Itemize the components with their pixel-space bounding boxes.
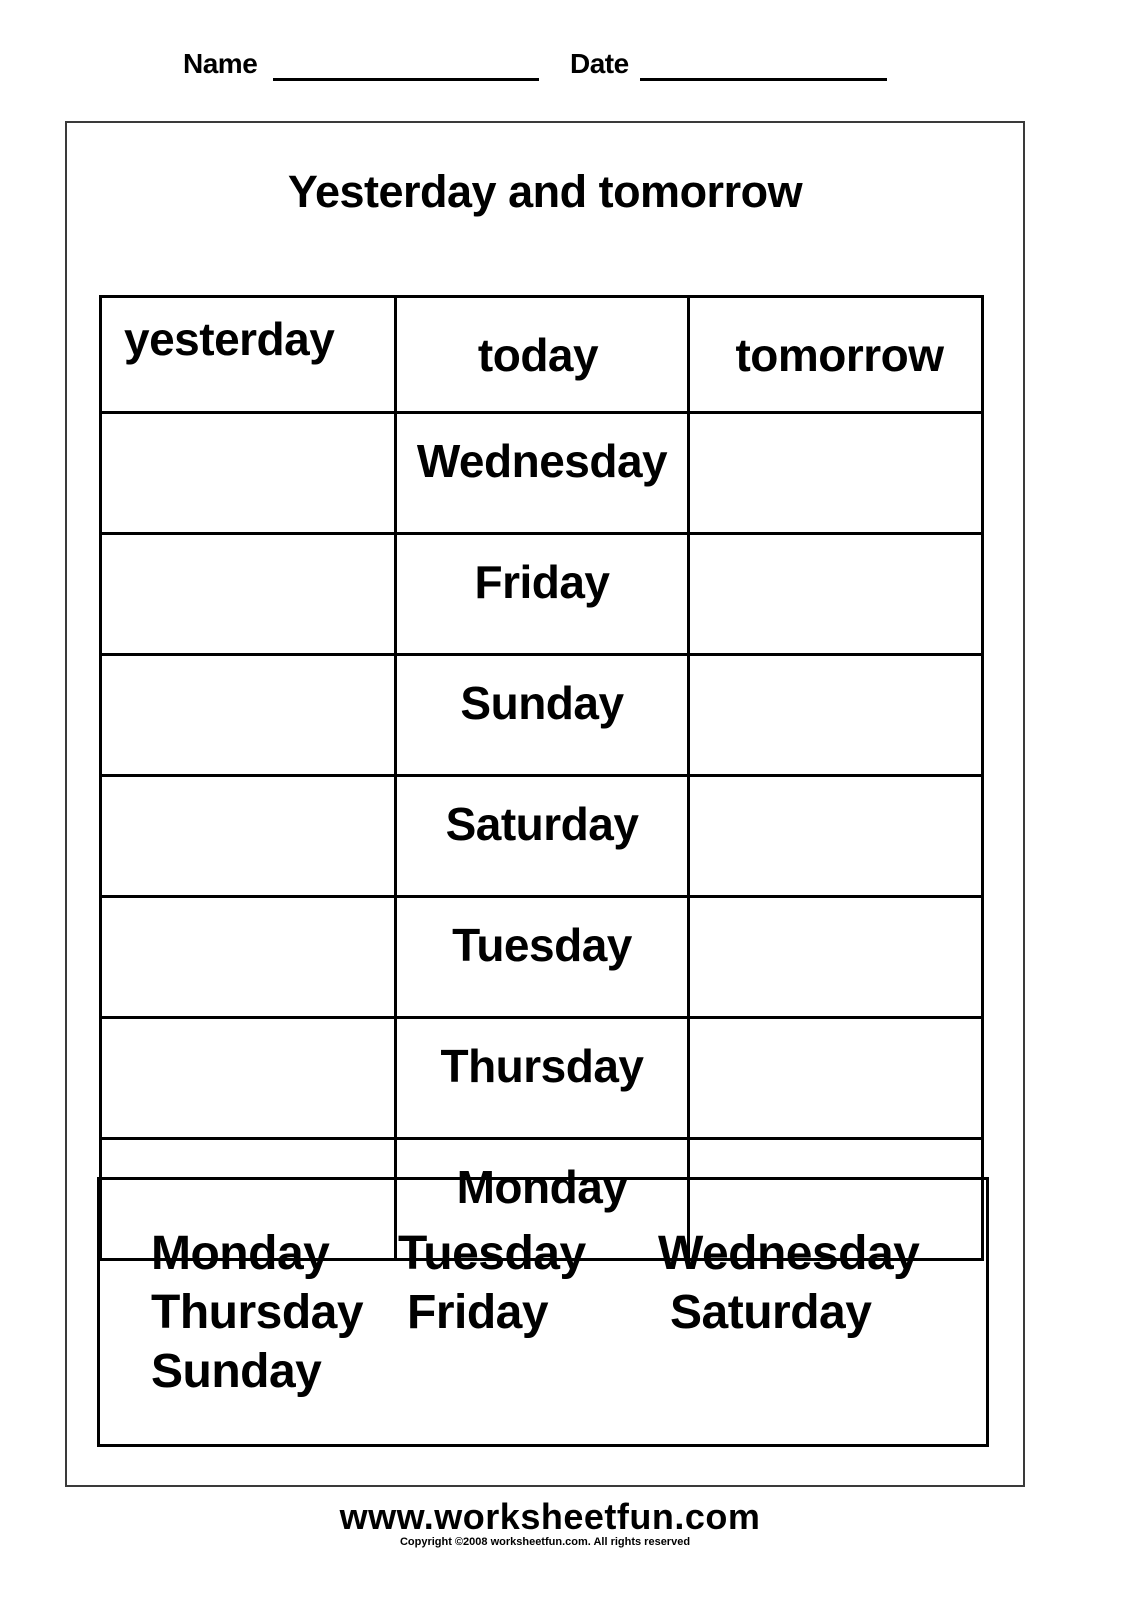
table-row: Friday [99,532,984,656]
yesterday-answer-cell[interactable] [99,653,397,777]
word-bank-item: Thursday [151,1286,364,1339]
today-cell: Sunday [394,653,690,777]
tomorrow-answer-cell[interactable] [687,895,984,1019]
word-bank: Monday Tuesday Wednesday Thursday Friday… [97,1177,989,1447]
column-header-tomorrow: tomorrow [687,295,984,414]
word-bank-item: Monday [151,1227,330,1280]
today-cell: Saturday [394,774,690,898]
worksheet-title: Yesterday and tomorrow [287,166,803,217]
tomorrow-answer-cell[interactable] [687,1016,984,1140]
name-label: Name [183,48,258,79]
table-row: Saturday [99,774,984,898]
yesterday-answer-cell[interactable] [99,532,397,656]
tomorrow-answer-cell[interactable] [687,411,984,535]
word-bank-item: Saturday [670,1286,872,1339]
name-field[interactable] [273,78,539,81]
yesterday-answer-cell[interactable] [99,1016,397,1140]
table-row: Sunday [99,653,984,777]
column-header-yesterday: yesterday [99,295,397,414]
tomorrow-answer-cell[interactable] [687,653,984,777]
today-cell: Friday [394,532,690,656]
word-bank-item: Friday [407,1286,549,1339]
table-header-row: yesterday today tomorrow [99,295,984,414]
date-label: Date [570,48,629,79]
word-bank-item: Wednesday [658,1227,920,1280]
tomorrow-answer-cell[interactable] [687,532,984,656]
copyright-notice: Copyright ©2008 worksheetfun.com. All ri… [399,1536,691,1548]
yesterday-answer-cell[interactable] [99,774,397,898]
date-field[interactable] [640,78,887,81]
word-bank-item: Tuesday [398,1227,586,1280]
site-url: www.worksheetfun.com [339,1496,761,1537]
today-cell: Tuesday [394,895,690,1019]
word-bank-item: Sunday [151,1345,322,1398]
table-row: Thursday [99,1016,984,1140]
yesterday-answer-cell[interactable] [99,411,397,535]
yesterday-answer-cell[interactable] [99,895,397,1019]
table-body: Wednesday Friday Sunday Saturday Tuesday Thur… [99,411,984,1261]
table-row: Tuesday [99,895,984,1019]
tomorrow-answer-cell[interactable] [687,774,984,898]
table-row: Wednesday [99,411,984,535]
days-table: yesterday today tomorrow Wednesday Friday… [99,295,984,1261]
today-cell: Thursday [394,1016,690,1140]
column-header-today: today [394,295,690,414]
today-cell: Wednesday [394,411,690,535]
